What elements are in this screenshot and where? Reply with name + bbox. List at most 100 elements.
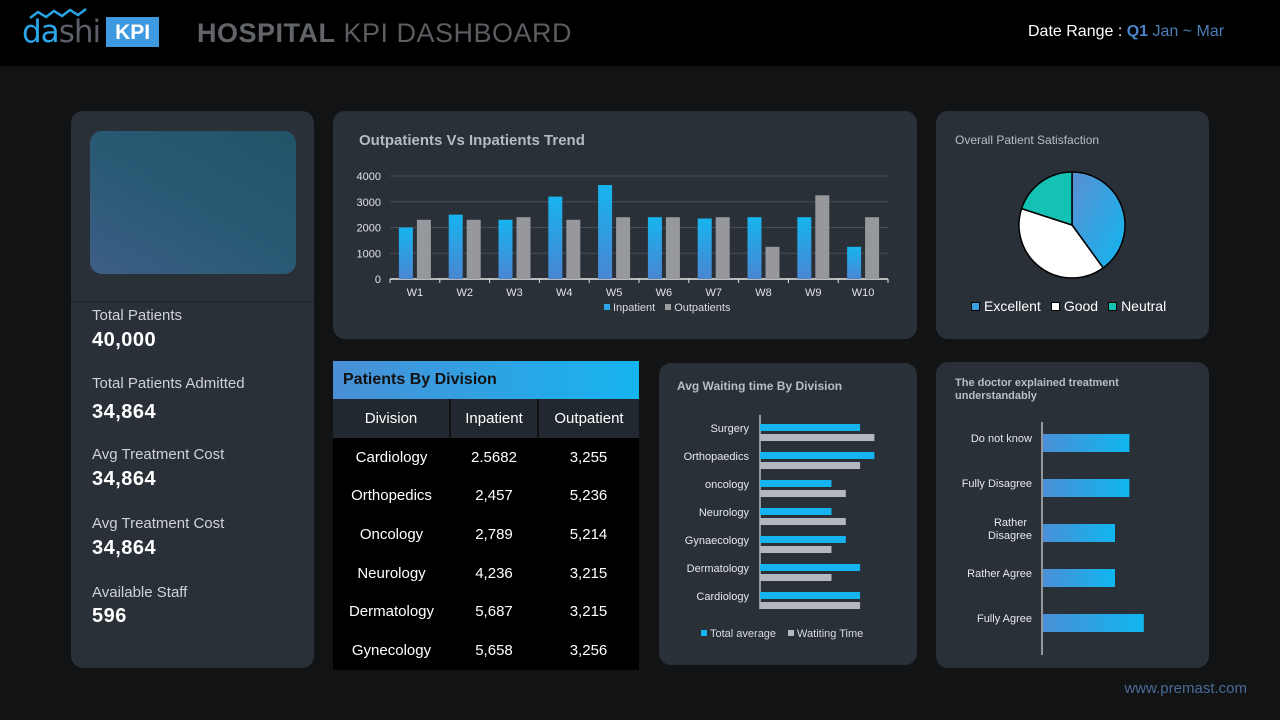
kpi-available-staff: Available Staff 596 [92, 584, 187, 628]
legend-item-waiting-time: Watiting Time [788, 628, 863, 640]
legend-swatch [1108, 302, 1118, 311]
footer-url[interactable]: www.premast.com [1124, 680, 1247, 697]
kpi-avg-treatment-cost-2: Avg Treatment Cost 34,864 [92, 515, 224, 560]
bar-inpatient [598, 185, 613, 279]
kpi-value: 34,864 [92, 468, 157, 490]
bar-total-average [760, 508, 832, 515]
bar [1043, 569, 1115, 587]
table-row: Gynecology 5,658 3,256 [333, 631, 639, 670]
x-tick-label: W1 [407, 287, 424, 299]
bar-outpatients [815, 195, 830, 279]
date-range-quarter: Q1 [1126, 23, 1149, 40]
legend-swatch [604, 304, 610, 310]
category-label: Surgery [710, 423, 749, 435]
bar-outpatients [616, 217, 631, 279]
cell-division: Orthopedics [351, 487, 432, 505]
kpi-value: 596 [92, 605, 127, 627]
bar-total-average [760, 564, 861, 571]
bar-total-average [760, 480, 832, 487]
bar-waiting-time [760, 434, 875, 441]
patients-by-division-table: Patients By Division Division Inpatient … [333, 361, 639, 670]
x-tick-label: W6 [656, 287, 673, 299]
waiting-legend: Total average Watiting Time [701, 628, 863, 640]
date-range-months: Jan ~ Mar [1148, 23, 1225, 40]
bar [1043, 524, 1115, 542]
legend-item-good: Good [1050, 298, 1099, 314]
bar-total-average [760, 452, 875, 459]
kpi-panel: Total Patients 40,000 Total Patients Adm… [71, 111, 314, 668]
kpi-label: Available Staff [92, 584, 188, 601]
bar-inpatient [697, 218, 712, 279]
satisfaction-panel: Overall Patient Satisfaction Excellent G… [936, 111, 1209, 339]
legend-label: Good [1063, 298, 1099, 314]
page-title: HOSPITAL KPI DASHBOARD [197, 18, 572, 49]
bar-waiting-time [760, 546, 832, 553]
divider [71, 301, 314, 302]
waiting-time-chart: Surgery Orthopaedics oncology Neurology Gyna… [684, 415, 875, 609]
category-label: Fully Disagree [962, 478, 1032, 490]
table-row: Orthopedics 2,457 5,236 [333, 477, 639, 516]
table-row: Dermatology 5,687 3,215 [333, 592, 639, 631]
trend-legend: Inpatient Outpatients [604, 302, 730, 314]
cell-outpatient: 5,236 [569, 487, 608, 505]
legend-label: Outpatients [674, 302, 731, 314]
legend-label: Excellent [984, 298, 1041, 314]
bar-inpatient [448, 214, 463, 279]
category-label: Do not know [971, 433, 1032, 445]
legend-item-total-average: Total average [701, 628, 776, 640]
cell-inpatient: 2.5682 [471, 448, 517, 466]
bar-outpatients [865, 217, 880, 279]
date-range[interactable]: Date Range : Q1 Jan ~ Mar [1028, 23, 1224, 41]
y-tick-label: 0 [375, 274, 381, 286]
trend-chart-panel: Outpatients Vs Inpatients Trend 0 1000 200… [333, 111, 917, 339]
doctor-explained-chart: Do not know Fully Disagree Rather Disagree R… [962, 422, 1144, 655]
category-label: Neurology [699, 507, 750, 519]
page-title-bold: HOSPITAL [197, 18, 336, 48]
bar-outpatients [466, 219, 481, 279]
legend-label: Watiting Time [797, 628, 864, 640]
table-title: Patients By Division [333, 361, 639, 399]
bar-waiting-time [760, 518, 846, 525]
bar-inpatient [847, 246, 862, 279]
y-tick-label: 4000 [357, 171, 381, 183]
image-placeholder [90, 131, 296, 274]
cell-outpatient: 3,215 [569, 564, 608, 582]
division-table: Division Inpatient Outpatient Cardiology… [333, 399, 639, 670]
doctor-explained-panel: The doctor explained treatment understan… [936, 362, 1209, 668]
logo-wave-icon [29, 8, 87, 19]
bar-waiting-time [760, 490, 846, 497]
legend-item-neutral: Neutral [1108, 298, 1166, 314]
bar-outpatients [665, 217, 680, 279]
category-label: Dermatology [687, 563, 750, 575]
kpi-value: 34,864 [92, 401, 157, 423]
x-tick-label: W3 [506, 287, 523, 299]
category-label: Cardiology [696, 591, 749, 603]
column-header-division: Division [333, 399, 451, 438]
table-header-row: Division Inpatient Outpatient [333, 399, 639, 438]
bar-waiting-time [760, 602, 861, 609]
x-tick-label: W5 [606, 287, 623, 299]
cell-division: Neurology [357, 564, 426, 582]
x-tick-label: W10 [852, 287, 875, 299]
bar-inpatient [747, 217, 762, 279]
category-label: oncology [705, 479, 750, 491]
bar-inpatient [498, 219, 513, 279]
satisfaction-pie-chart [1018, 171, 1126, 279]
bar-waiting-time [760, 462, 861, 469]
bar [1043, 614, 1144, 632]
kpi-label: Avg Treatment Cost [92, 515, 225, 532]
x-tick-label: W4 [556, 287, 573, 299]
x-tick-label: W9 [805, 287, 822, 299]
logo: dashi KPI [22, 8, 160, 52]
legend-label: Inpatient [613, 302, 656, 314]
cell-inpatient: 4,236 [475, 564, 513, 582]
cell-division: Gynecology [351, 641, 432, 659]
category-label: Gynaecology [685, 535, 750, 547]
category-label: Rather Disagree [988, 517, 1032, 542]
cell-inpatient: 2,457 [475, 487, 513, 505]
legend-swatch [1050, 302, 1060, 311]
kpi-total-patients-admitted: Total Patients Admitted 34,864 [92, 375, 245, 424]
y-tick-label: 2000 [357, 223, 381, 235]
bar-total-average [760, 424, 861, 431]
kpi-avg-treatment-cost: Avg Treatment Cost 34,864 [92, 446, 224, 491]
